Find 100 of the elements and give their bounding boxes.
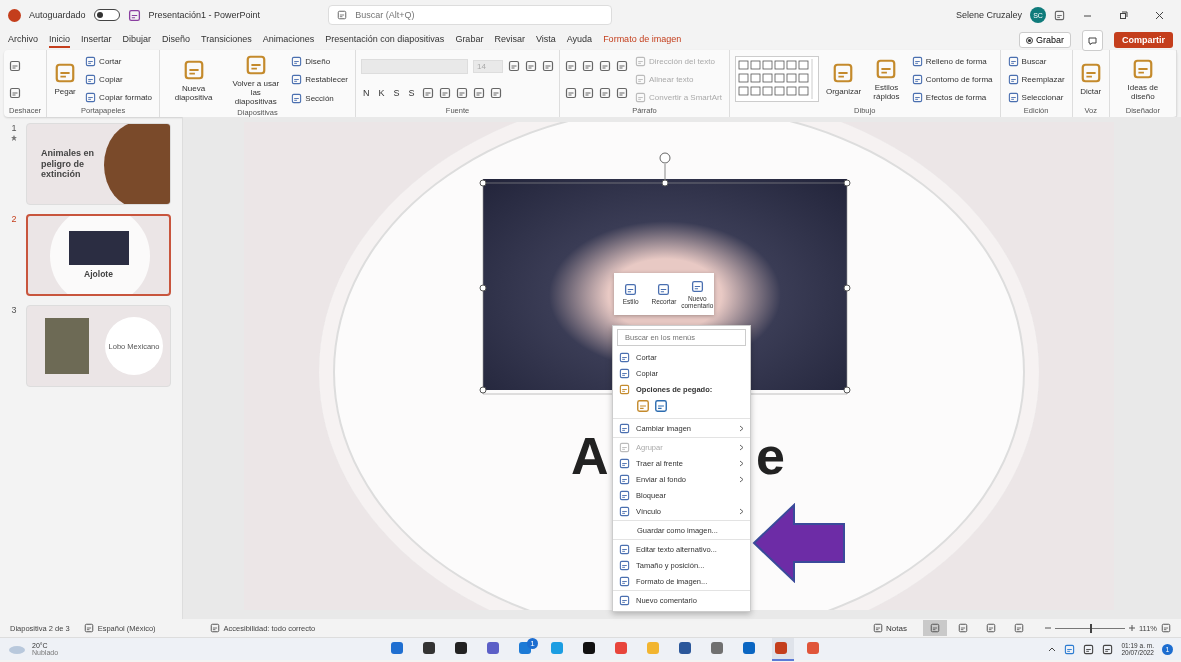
ribbon-button[interactable]: Nueva diapositiva [165,56,223,104]
restore-icon [1118,10,1128,20]
ribbon-button[interactable]: Buscar [1005,54,1067,68]
tool-icon [1007,55,1019,67]
tool-icon [599,86,611,99]
chevron-up-icon[interactable] [1048,646,1057,652]
ribbon-button[interactable]: Dictar [1077,60,1104,98]
ribbon-button[interactable]: Diseño [289,54,350,68]
tool-icon [1131,57,1154,80]
slide-thumbnail[interactable]: Ajolote [26,214,171,296]
ribbon-tab[interactable]: Revisar [494,32,525,48]
tool-icon [85,73,97,85]
ribbon-button[interactable]: Relleno de forma [909,54,995,68]
tool-icon [85,91,97,103]
tool-icon [85,55,97,67]
zoom-out-icon[interactable] [1044,625,1051,631]
tool-icon [635,73,646,85]
tool-icon [508,60,520,73]
app-logo-icon [8,8,21,22]
autosave-toggle[interactable] [93,9,120,21]
format-button[interactable]: S [391,88,402,99]
tool-icon [1007,91,1019,103]
autosave-label: Autoguardado [29,10,86,20]
tool-icon [291,74,303,86]
ribbon-tab[interactable]: Vista [535,32,556,48]
format-button[interactable]: K [376,88,387,99]
ribbon-button[interactable]: Efectos de forma [909,90,995,104]
selection-frame[interactable] [479,150,851,395]
slide-number: 2 [11,214,17,224]
tool-icon [875,57,898,80]
ribbon-tab[interactable]: Diseño [162,32,191,48]
taskbar-app[interactable]: 1 [516,637,538,661]
comments-button[interactable] [1082,29,1103,51]
photo-placeholder [45,318,89,374]
tool-icon [1007,73,1019,85]
notification-badge: 1 [527,637,538,649]
ribbon-tab[interactable]: Animaciones [262,32,315,48]
tool-icon [599,59,611,72]
slide-title: A [571,430,609,482]
slide-thumbnail[interactable]: Animales en peligro de extinción [26,123,171,205]
share-button[interactable]: Compartir [1114,32,1173,48]
ribbon-button[interactable]: Restablecer [289,73,350,87]
ribbon-button[interactable]: Estilos rápidos [868,55,905,103]
user-name: Selene Cruzaley [955,10,1022,20]
ribbon-tab[interactable]: Formato de imagen [603,32,682,48]
slide-title: Ajolote [84,269,113,279]
ribbon-button[interactable]: Ideas de diseño [1114,55,1171,103]
search-field[interactable]: Buscar (Alt+Q) [353,9,604,21]
tool-icon [244,54,267,76]
tool-icon [472,87,485,100]
close-icon [1154,10,1164,20]
format-button[interactable]: N [361,88,372,99]
slide-title: Animales en peligro de extinción [40,148,96,180]
tool-icon [182,58,205,81]
ribbon-button[interactable]: Contorno de forma [909,72,995,86]
ribbon-tab[interactable]: Archivo [8,32,38,48]
ribbon-button[interactable]: Seleccionar [1005,90,1067,104]
tool-icon [911,73,923,85]
ribbon-button[interactable]: Pegar [52,60,79,98]
view-button[interactable] [922,620,947,636]
notes-button[interactable]: Notas [871,622,909,634]
record-icon [1025,36,1033,44]
ribbon-tab[interactable]: Insertar [81,32,112,48]
ribbon-button[interactable]: Volver a usar las diapositivas [227,52,285,108]
tool-icon [421,87,434,100]
tool-icon [911,55,923,67]
record-button[interactable]: Grabar [1018,32,1071,48]
tool-icon [582,86,594,99]
ribbon-button[interactable]: Cortar [83,54,155,68]
ribbon-tab[interactable]: Presentación con diapositivas [325,32,445,48]
zoom-slider-thumb[interactable] [1089,623,1092,633]
ribbon-button[interactable]: Copiar formato [83,90,155,104]
star-icon [11,135,17,141]
zoom-in-icon[interactable] [1128,625,1135,631]
tool-icon [911,91,923,103]
format-button[interactable]: S [406,88,417,99]
tool-icon [635,91,646,103]
ribbon-button[interactable]: Sección [289,92,350,106]
ribbon-tab[interactable]: Ayuda [566,32,593,48]
ribbon-tab[interactable]: Transiciones [201,32,252,48]
tool-icon [489,87,502,100]
ribbon-button[interactable]: Organizar [823,60,864,98]
ribbon-button[interactable]: Reemplazar [1005,72,1067,86]
tool-icon [9,59,21,72]
slide-number: 1 [11,123,17,133]
search-box[interactable]: Buscar (Alt+Q) [328,5,613,25]
tool-icon [54,62,77,84]
tool-icon [635,55,646,67]
tool-icon [582,59,594,72]
tool-icon [455,87,468,100]
ribbon-tab[interactable]: Inicio [49,32,71,48]
slide-number: 3 [11,305,17,315]
tool-icon [291,93,303,105]
ribbon-button[interactable]: Copiar [83,72,155,86]
tool-icon [565,86,577,99]
window-title: Presentación1 - PowerPoint [148,10,261,20]
photo-placeholder [68,231,129,265]
ribbon-tab[interactable]: Grabar [455,32,484,48]
tool-icon [616,86,628,99]
ribbon-tab[interactable]: Dibujar [122,32,152,48]
